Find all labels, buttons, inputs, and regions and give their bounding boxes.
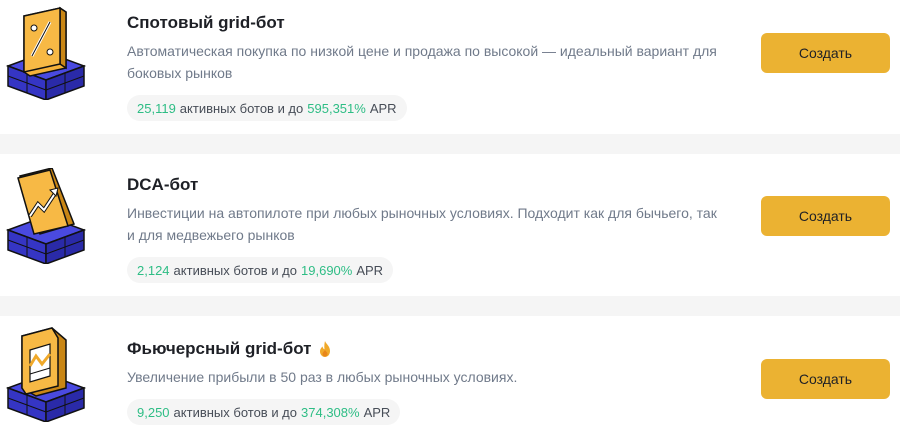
apr-label: APR xyxy=(356,262,384,278)
bot-stats-pill: 25,119 активных ботов и до 595,351% APR xyxy=(127,95,407,121)
active-bots-count: 25,119 xyxy=(137,100,176,116)
create-dca-button[interactable]: Создать xyxy=(761,196,890,236)
bot-stats-pill: 2,124 активных ботов и до 19,690% APR xyxy=(127,257,394,283)
bot-title-text: Фьючерсный grid-бот xyxy=(127,339,312,358)
bot-description: Инвестиции на автопилоте при любых рыноч… xyxy=(127,205,717,243)
bot-description: Увеличение прибыли в 50 раз в любых рыно… xyxy=(127,369,518,385)
bot-card-dca: DCA-бот Инвестиции на автопилоте при люб… xyxy=(0,154,900,296)
apr-label: APR xyxy=(363,404,391,420)
fire-icon xyxy=(319,341,330,357)
active-bots-count: 2,124 xyxy=(137,262,170,278)
bot-card-content: DCA-бот Инвестиции на автопилоте при люб… xyxy=(127,174,747,283)
stats-text: активных ботов и до xyxy=(173,404,298,420)
spot-grid-icon xyxy=(5,6,87,100)
bot-title: Фьючерсный grid-бот xyxy=(127,338,747,360)
bot-card-spot-grid: Спотовый grid-бот Автоматическая покупка… xyxy=(0,0,900,134)
bot-description: Автоматическая покупка по низкой цене и … xyxy=(127,43,717,81)
bot-card-futures-grid: Фьючерсный grid-бот Увеличение прибыли в… xyxy=(0,316,900,430)
dca-icon xyxy=(5,168,87,264)
bot-card-content: Спотовый grid-бот Автоматическая покупка… xyxy=(127,12,747,121)
bot-title: Спотовый grid-бот xyxy=(127,12,747,34)
bot-title-text: DCA-бот xyxy=(127,175,199,194)
create-futures-grid-button[interactable]: Создать xyxy=(761,359,890,399)
stats-text: активных ботов и до xyxy=(173,262,298,278)
futures-grid-icon xyxy=(5,327,87,422)
bot-stats-pill: 9,250 активных ботов и до 374,308% APR xyxy=(127,399,401,425)
apr-value: 374,308% xyxy=(301,404,360,420)
bot-title-text: Спотовый grid-бот xyxy=(127,13,285,32)
stats-text: активных ботов и до xyxy=(179,100,304,116)
create-spot-grid-button[interactable]: Создать xyxy=(761,33,890,73)
apr-value: 595,351% xyxy=(307,100,366,116)
apr-label: APR xyxy=(369,100,397,116)
active-bots-count: 9,250 xyxy=(137,404,170,420)
bot-card-content: Фьючерсный grid-бот Увеличение прибыли в… xyxy=(127,338,747,425)
apr-value: 19,690% xyxy=(301,262,353,278)
bot-title: DCA-бот xyxy=(127,174,747,196)
